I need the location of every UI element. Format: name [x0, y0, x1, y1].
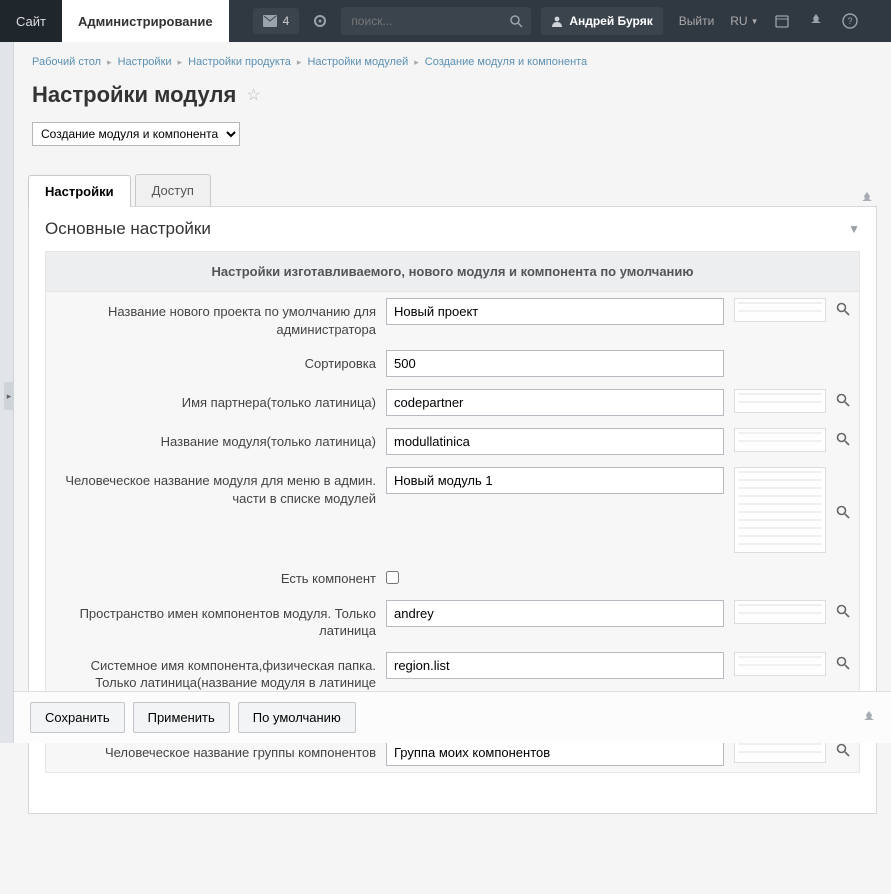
zoom-icon[interactable] [836, 501, 858, 519]
label-module-lat: Название модуля(только латиница) [56, 428, 376, 451]
checkbox-has-component[interactable] [386, 571, 399, 584]
label-project-name: Название нового проекта по умолчанию для… [56, 298, 376, 338]
tab-pin-icon[interactable] [861, 192, 877, 206]
notification-badge[interactable]: 4 [253, 8, 300, 34]
notification-count: 4 [283, 14, 290, 28]
tab-settings[interactable]: Настройки [28, 175, 131, 207]
input-project-name[interactable] [386, 298, 724, 325]
zoom-icon[interactable] [836, 428, 858, 446]
crumb-modules[interactable]: Настройки модулей [307, 56, 408, 68]
apply-button[interactable]: Применить [133, 702, 230, 733]
user-name: Андрей Буряк [569, 14, 652, 28]
preview-thumb[interactable] [734, 389, 826, 413]
search-icon[interactable] [510, 15, 523, 28]
search-box[interactable] [341, 7, 531, 35]
section-title: Настройки изготавливаемого, нового модул… [46, 252, 859, 292]
breadcrumb: Рабочий стол▸ Настройки▸ Настройки проду… [28, 42, 877, 78]
label-sort: Сортировка [56, 350, 376, 373]
zoom-icon[interactable] [836, 389, 858, 407]
preview-thumb[interactable] [734, 600, 826, 624]
form-tab-strip: Настройки Доступ [28, 174, 877, 206]
save-button[interactable]: Сохранить [30, 702, 125, 733]
lang-label: RU [730, 14, 747, 28]
crumb-current[interactable]: Создание модуля и компонента [425, 56, 587, 68]
label-partner: Имя партнера(только латиница) [56, 389, 376, 412]
svg-text:?: ? [847, 16, 852, 26]
preview-thumb-tall[interactable] [734, 467, 826, 553]
module-select[interactable]: Создание модуля и компонента [32, 122, 240, 146]
preview-thumb[interactable] [734, 298, 826, 322]
zoom-icon[interactable] [836, 652, 858, 670]
preview-thumb[interactable] [734, 652, 826, 676]
page-title: Настройки модуля [32, 82, 236, 108]
user-badge[interactable]: Андрей Буряк [541, 7, 662, 35]
crumb-desktop[interactable]: Рабочий стол [32, 56, 101, 68]
favorite-star-icon[interactable]: ☆ [246, 85, 260, 105]
label-namespace: Пространство имен компонентов модуля. То… [56, 600, 376, 640]
input-module-human[interactable] [386, 467, 724, 494]
zoom-icon[interactable] [836, 600, 858, 618]
label-module-human: Человеческое название модуля для меню в … [56, 467, 376, 507]
panel-title: Основные настройки [45, 219, 211, 239]
lang-switch[interactable]: RU ▼ [724, 0, 764, 42]
tab-access[interactable]: Доступ [135, 174, 211, 206]
sidebar-collapsed: ▸ [0, 42, 14, 743]
message-icon [263, 15, 277, 27]
logout-link[interactable]: Выйти [669, 0, 725, 42]
tab-admin[interactable]: Администрирование [62, 0, 229, 42]
reset-button[interactable]: По умолчанию [238, 702, 356, 733]
input-module-lat[interactable] [386, 428, 724, 455]
calendar-icon[interactable] [765, 0, 799, 42]
chevron-down-icon: ▼ [751, 17, 759, 26]
tab-site[interactable]: Сайт [0, 0, 62, 42]
crumb-settings[interactable]: Настройки [118, 56, 172, 68]
input-sort[interactable] [386, 350, 724, 377]
zoom-icon[interactable] [836, 298, 858, 316]
pin-icon[interactable] [799, 0, 833, 42]
help-icon[interactable]: ? [833, 0, 867, 42]
form-footer: Сохранить Применить По умолчанию [14, 691, 891, 743]
search-input[interactable] [349, 8, 510, 34]
sidebar-expand-handle[interactable]: ▸ [4, 382, 14, 410]
input-sys-name[interactable] [386, 652, 724, 679]
settings-icon[interactable] [303, 0, 337, 42]
input-namespace[interactable] [386, 600, 724, 627]
label-has-component: Есть компонент [56, 565, 376, 588]
input-partner[interactable] [386, 389, 724, 416]
top-bar: Сайт Администрирование 4 Андрей Буряк Вы… [0, 0, 891, 42]
footer-pin-icon[interactable] [863, 711, 875, 725]
user-icon [551, 15, 563, 27]
panel-collapse-icon[interactable]: ▼ [848, 222, 860, 236]
crumb-product[interactable]: Настройки продукта [188, 56, 291, 68]
preview-thumb[interactable] [734, 428, 826, 452]
